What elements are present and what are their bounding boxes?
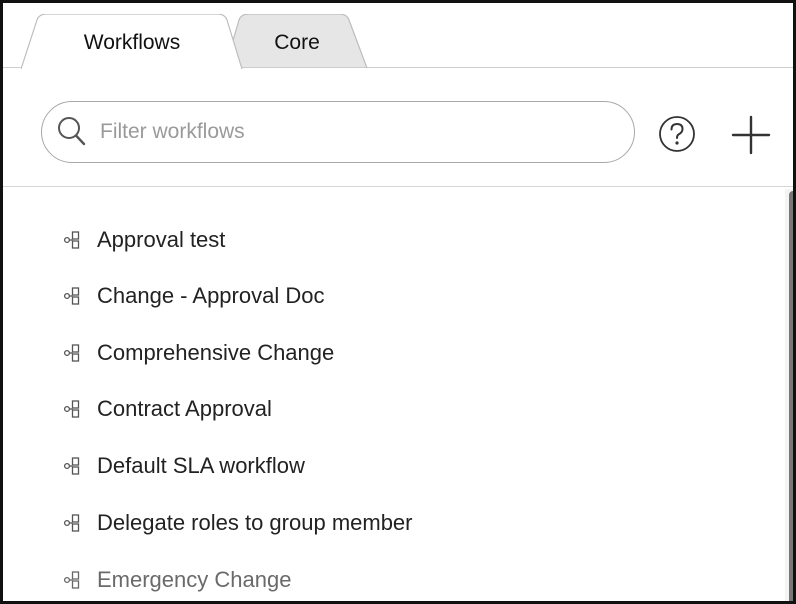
tab-workflows-label: Workflows [83,31,181,54]
search-icon [58,117,86,146]
workflow-icon [63,514,80,532]
list-item-approval-test[interactable]: Approval test [63,220,225,260]
list-item-label: Emergency Change [97,567,292,592]
help-circle-icon[interactable] [657,114,697,154]
workflow-icon [63,457,80,475]
search-toolbar [3,69,793,187]
search-divider [3,186,793,187]
list-item-label: Contract Approval [97,396,272,421]
list-item-label: Approval test [97,227,226,252]
list-item-delegate-roles[interactable]: Delegate roles to group member [63,503,413,543]
tab-bar: Core Workflows [3,3,793,70]
list-item-emergency-change[interactable]: Emergency Change [63,560,291,600]
list-item-default-sla-workflow[interactable]: Default SLA workflow [63,446,305,486]
list-item-label: Change - Approval Doc [97,283,325,308]
tab-workflows[interactable]: Workflows [21,14,243,70]
tab-core-label: Core [274,31,320,54]
workflow-icon [63,287,80,305]
workflow-list: Approval test Change - Approval Doc Comp… [3,189,783,601]
search-field[interactable] [41,101,635,163]
list-item-label: Delegate roles to group member [97,510,413,535]
workflow-icon [63,571,80,589]
tab-core[interactable]: Core [225,14,369,68]
list-item-change-approval-doc[interactable]: Change - Approval Doc [63,276,324,316]
list-item-contract-approval[interactable]: Contract Approval [63,389,272,429]
list-scrollbar[interactable] [785,189,793,601]
workflow-panel: Core Workflows Filter workflows Approval… [0,0,796,604]
list-item-comprehensive-change[interactable]: Comprehensive Change [63,333,334,373]
workflow-icon [63,400,80,418]
search-input[interactable] [100,110,600,154]
list-item-label: Default SLA workflow [97,453,305,478]
workflow-icon [63,231,80,249]
scrollbar-thumb[interactable] [789,191,793,601]
workflow-icon [63,344,80,362]
list-item-label: Comprehensive Change [97,340,335,365]
plus-icon[interactable] [729,113,773,157]
